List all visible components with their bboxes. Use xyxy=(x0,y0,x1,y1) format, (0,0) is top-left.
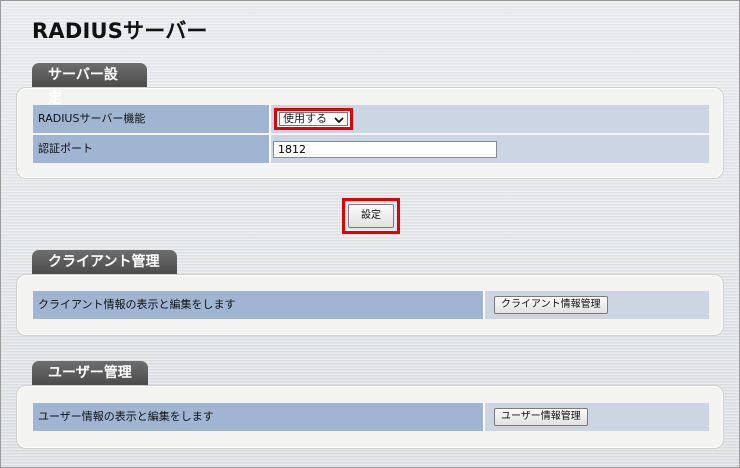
user-management-row: ユーザー情報の表示と編集をします ユーザー情報管理 xyxy=(33,403,709,431)
client-management-panel: クライアント情報の表示と編集をします クライアント情報管理 xyxy=(16,274,724,336)
section-tab-client-management: クライアント管理 xyxy=(32,250,177,274)
section-tab-label: クライアント管理 xyxy=(48,254,160,270)
radius-function-selected-value: 使用する xyxy=(283,112,327,125)
radius-function-label: RADIUSサーバー機能 xyxy=(33,105,271,133)
user-management-action-cell: ユーザー情報管理 xyxy=(485,403,709,431)
section-tab-user-management: ユーザー管理 xyxy=(32,361,148,385)
settings-row-auth-port: 認証ポート xyxy=(33,135,709,163)
radius-function-select[interactable]: 使用する xyxy=(279,112,348,126)
section-tab-label: ユーザー管理 xyxy=(48,365,132,381)
radius-function-highlight: 使用する xyxy=(274,108,353,130)
chevron-down-icon xyxy=(334,117,344,124)
section-tab-server-settings: サーバー設定 xyxy=(32,63,147,107)
client-management-row: クライアント情報の表示と編集をします クライアント情報管理 xyxy=(33,291,709,319)
set-button[interactable]: 設定 xyxy=(348,204,394,228)
user-management-description: ユーザー情報の表示と編集をします xyxy=(33,403,485,431)
client-info-manage-button[interactable]: クライアント情報管理 xyxy=(494,296,608,314)
settings-row-radius-function: RADIUSサーバー機能 使用する xyxy=(33,105,709,133)
set-button-highlight: 設定 xyxy=(342,198,400,234)
server-settings-panel: RADIUSサーバー機能 使用する 認証ポート xyxy=(16,87,724,179)
user-management-panel: ユーザー情報の表示と編集をします ユーザー情報管理 xyxy=(16,385,724,449)
user-info-manage-button[interactable]: ユーザー情報管理 xyxy=(494,408,588,426)
auth-port-value-cell xyxy=(271,135,709,163)
page-title: RADIUSサーバー xyxy=(32,19,208,43)
auth-port-input[interactable] xyxy=(273,141,497,158)
client-management-action-cell: クライアント情報管理 xyxy=(485,291,709,319)
radius-function-value-cell: 使用する xyxy=(271,105,709,133)
auth-port-label: 認証ポート xyxy=(33,135,271,163)
client-management-description: クライアント情報の表示と編集をします xyxy=(33,291,485,319)
